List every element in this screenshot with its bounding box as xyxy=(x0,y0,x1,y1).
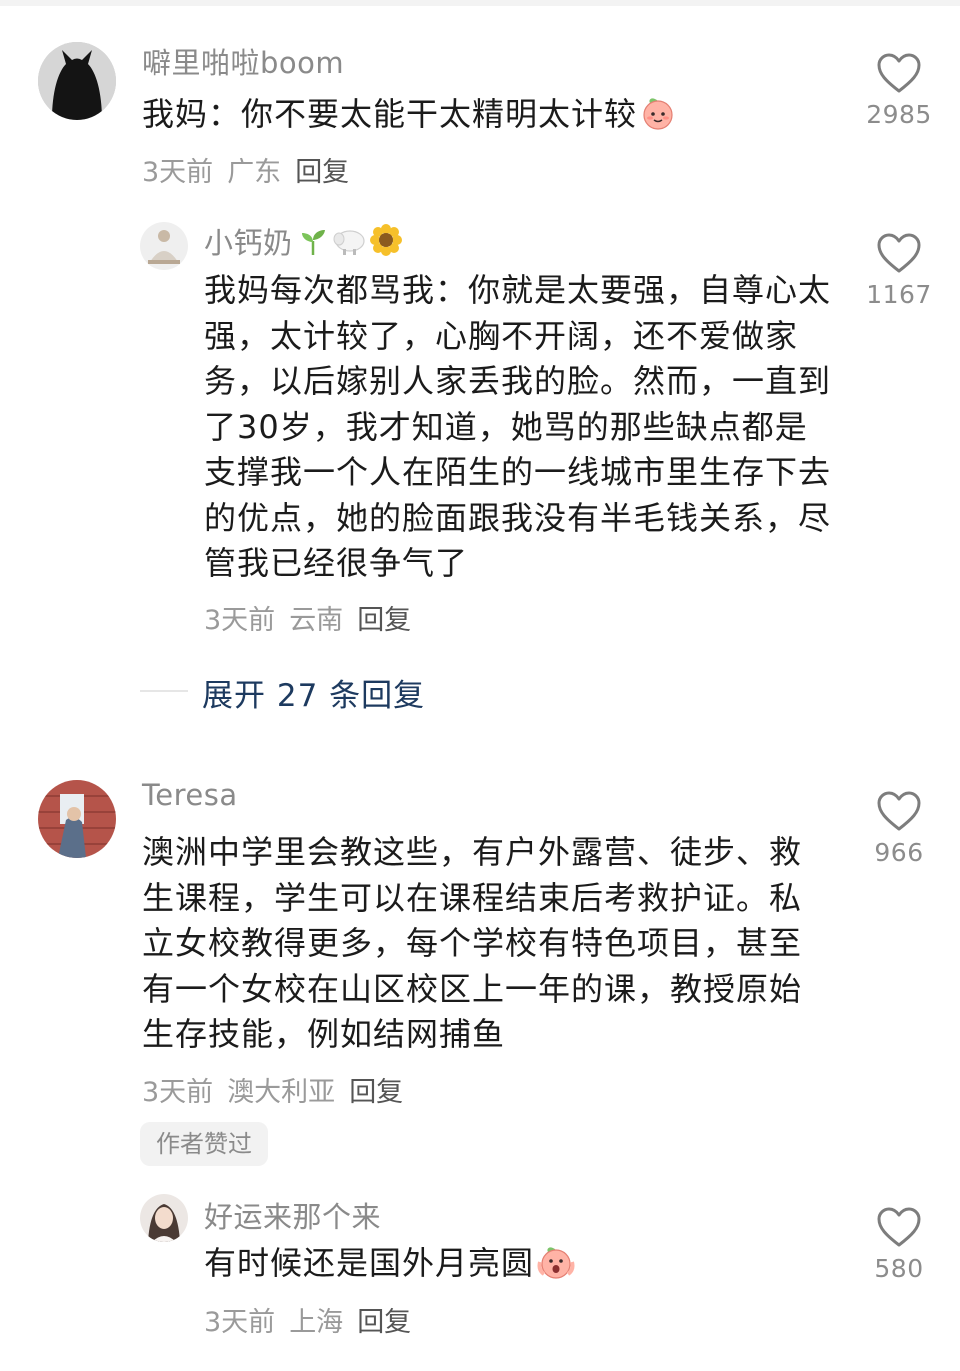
comment-meta: 3天前 云南 回复 xyxy=(204,598,425,637)
comment-time: 3天前 xyxy=(204,1307,276,1338)
expand-divider xyxy=(140,690,188,692)
reply-button[interactable]: 回复 xyxy=(357,605,411,636)
avatar[interactable] xyxy=(38,780,116,858)
comment-text: 我妈：你不要太能干太精明太计较 xyxy=(142,92,842,144)
avatar[interactable] xyxy=(140,1194,188,1242)
heart-outline-icon xyxy=(877,53,921,93)
like-count: 1167 xyxy=(866,280,932,309)
expand-replies-button[interactable]: 展开 27 条回复 xyxy=(202,670,425,715)
peach-face-emoji xyxy=(639,93,677,144)
like-count: 966 xyxy=(874,838,924,867)
comment-location: 澳大利亚 xyxy=(227,1077,336,1108)
comment-meta: 3天前 上海 回复 xyxy=(204,1300,425,1339)
heart-outline-icon xyxy=(877,1207,921,1247)
comment-location: 云南 xyxy=(289,605,344,636)
comment-text: 澳洲中学里会教这些，有户外露营、徒步、救生课程，学生可以在课程结束后考救护证。私… xyxy=(142,833,803,1053)
comment-location: 上海 xyxy=(289,1307,344,1338)
username[interactable]: 噼里啪啦boom xyxy=(142,40,344,82)
like-button[interactable]: 2985 xyxy=(844,52,954,129)
heart-outline-icon xyxy=(877,233,921,273)
like-button[interactable]: 1167 xyxy=(844,232,954,309)
heart-outline-icon xyxy=(877,791,921,831)
comment-meta: 3天前 广东 回复 xyxy=(142,150,363,189)
comment-location: 广东 xyxy=(227,157,282,188)
avatar[interactable] xyxy=(38,42,116,120)
username[interactable]: 小钙奶 xyxy=(204,220,403,264)
like-count: 2985 xyxy=(866,100,932,129)
reply-button[interactable]: 回复 xyxy=(295,157,349,188)
reply-button[interactable]: 回复 xyxy=(349,1077,403,1108)
avatar[interactable] xyxy=(140,222,188,270)
comment-text: 我妈每次都骂我：你就是太要强，自尊心太强，太计较了，心胸不开阔，还不爱做家务，以… xyxy=(204,271,832,582)
comment-time: 3天前 xyxy=(204,605,276,636)
comment-time: 3天前 xyxy=(142,157,214,188)
top-divider xyxy=(0,0,960,6)
sheep-icon xyxy=(331,225,367,264)
username[interactable]: 好运来那个来 xyxy=(204,1194,381,1236)
like-button[interactable]: 580 xyxy=(844,1206,954,1283)
seedling-icon xyxy=(297,225,329,264)
author-liked-badge: 作者赞过 xyxy=(140,1122,268,1166)
comment-text-content: 有时候还是国外月亮圆 xyxy=(204,1244,535,1282)
comment-text-content: 我妈：你不要太能干太精明太计较 xyxy=(142,95,638,133)
username[interactable]: Teresa xyxy=(142,778,238,812)
reply-button[interactable]: 回复 xyxy=(357,1307,411,1338)
username-text: 小钙奶 xyxy=(204,226,293,260)
like-count: 580 xyxy=(874,1254,924,1283)
comment-meta: 3天前 澳大利亚 回复 xyxy=(142,1070,417,1109)
like-button[interactable]: 966 xyxy=(844,790,954,867)
comment-text: 有时候还是国外月亮圆 xyxy=(204,1241,824,1293)
comment-time: 3天前 xyxy=(142,1077,214,1108)
peach-face-shocked-emoji xyxy=(536,1242,576,1293)
sunflower-icon xyxy=(369,223,403,264)
